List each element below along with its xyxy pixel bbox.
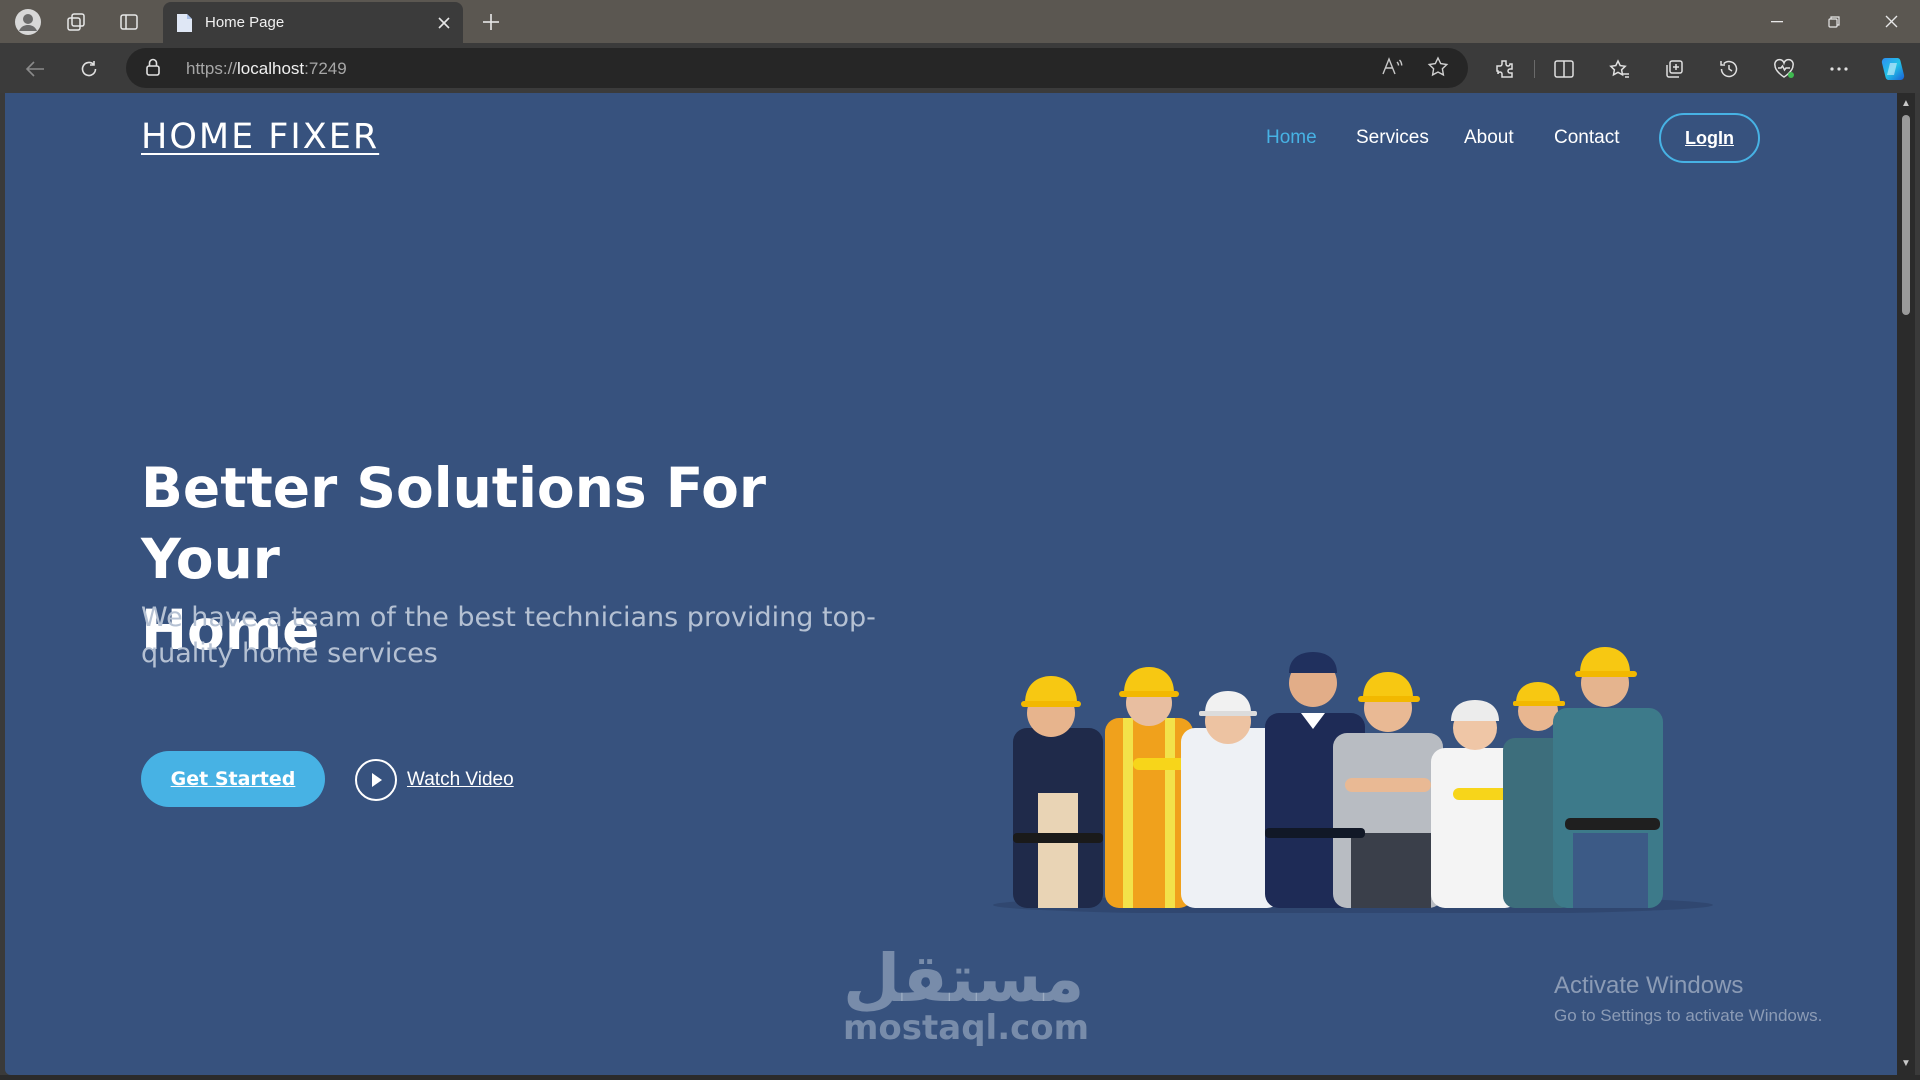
refresh-icon[interactable] — [72, 52, 106, 86]
history-icon[interactable] — [1712, 52, 1746, 86]
copilot-icon[interactable] — [1876, 52, 1910, 86]
tab-actions-icon[interactable] — [113, 6, 145, 38]
url-text[interactable]: https://localhost:7249 — [186, 59, 347, 79]
hero-title-line-1: Better Solutions For Your — [141, 456, 767, 591]
tab-home-page[interactable]: Home Page — [163, 2, 463, 43]
more-icon[interactable] — [1822, 52, 1856, 86]
plus-icon[interactable] — [475, 6, 507, 38]
play-icon[interactable] — [355, 759, 397, 801]
browser-essentials-icon[interactable] — [1767, 52, 1801, 86]
activate-windows-title: Activate Windows — [1554, 972, 1744, 999]
extensions-icon[interactable] — [1488, 52, 1522, 86]
split-screen-icon[interactable] — [1547, 52, 1581, 86]
scroll-up-arrow-icon[interactable]: ▲ — [1900, 99, 1912, 109]
window-bottom-edge — [0, 1075, 1920, 1080]
watch-video-link[interactable]: Watch Video — [355, 758, 514, 802]
nav-services[interactable]: Services — [1356, 127, 1429, 149]
browser-toolbar: https://localhost:7249 — [0, 43, 1920, 93]
watermark-domain: mostaql.com — [843, 1008, 1090, 1048]
watch-video-label[interactable]: Watch Video — [407, 769, 514, 791]
site-logo[interactable]: HOME FIXER — [141, 117, 379, 157]
team-image — [993, 647, 1713, 913]
login-button[interactable]: LogIn — [1659, 113, 1760, 163]
lock-icon[interactable] — [144, 57, 162, 77]
page-viewport: HOME FIXER Home Services About Contact L… — [5, 93, 1897, 1075]
close-icon[interactable] — [431, 10, 457, 36]
tab-title: Home Page — [205, 14, 285, 31]
close-window-icon[interactable] — [1863, 0, 1919, 43]
address-bar[interactable]: https://localhost:7249 — [126, 48, 1468, 88]
back-icon[interactable] — [18, 52, 52, 86]
workspaces-icon[interactable] — [60, 6, 92, 38]
profile-icon[interactable] — [12, 6, 44, 38]
watermark-arabic: مستقل — [843, 940, 1085, 1017]
activate-windows-notice: Activate Windows Go to Settings to activ… — [1554, 972, 1822, 1026]
nav-about[interactable]: About — [1464, 127, 1514, 149]
mostaql-watermark: مستقل mostaql.com — [843, 940, 1090, 1048]
nav-contact[interactable]: Contact — [1554, 127, 1619, 149]
hero-subtitle: We have a team of the best technicians p… — [141, 602, 876, 669]
read-aloud-icon[interactable] — [1380, 55, 1404, 84]
scrollbar-thumb[interactable] — [1902, 115, 1910, 315]
collections-icon[interactable] — [1657, 52, 1691, 86]
get-started-button[interactable]: Get Started — [141, 751, 325, 807]
toolbar-divider — [1534, 60, 1535, 78]
vertical-scrollbar[interactable]: ▲ ▼ — [1897, 93, 1915, 1075]
favorites-icon[interactable] — [1602, 52, 1636, 86]
minimize-icon[interactable] — [1749, 0, 1805, 43]
activate-windows-subtitle: Go to Settings to activate Windows. — [1554, 1006, 1823, 1025]
restore-icon[interactable] — [1806, 0, 1862, 43]
tab-strip: Home Page — [0, 0, 1920, 43]
scroll-down-arrow-icon[interactable]: ▼ — [1900, 1059, 1912, 1069]
nav-home[interactable]: Home — [1266, 127, 1317, 149]
favorite-star-icon[interactable] — [1426, 55, 1450, 84]
page-icon — [177, 14, 192, 32]
